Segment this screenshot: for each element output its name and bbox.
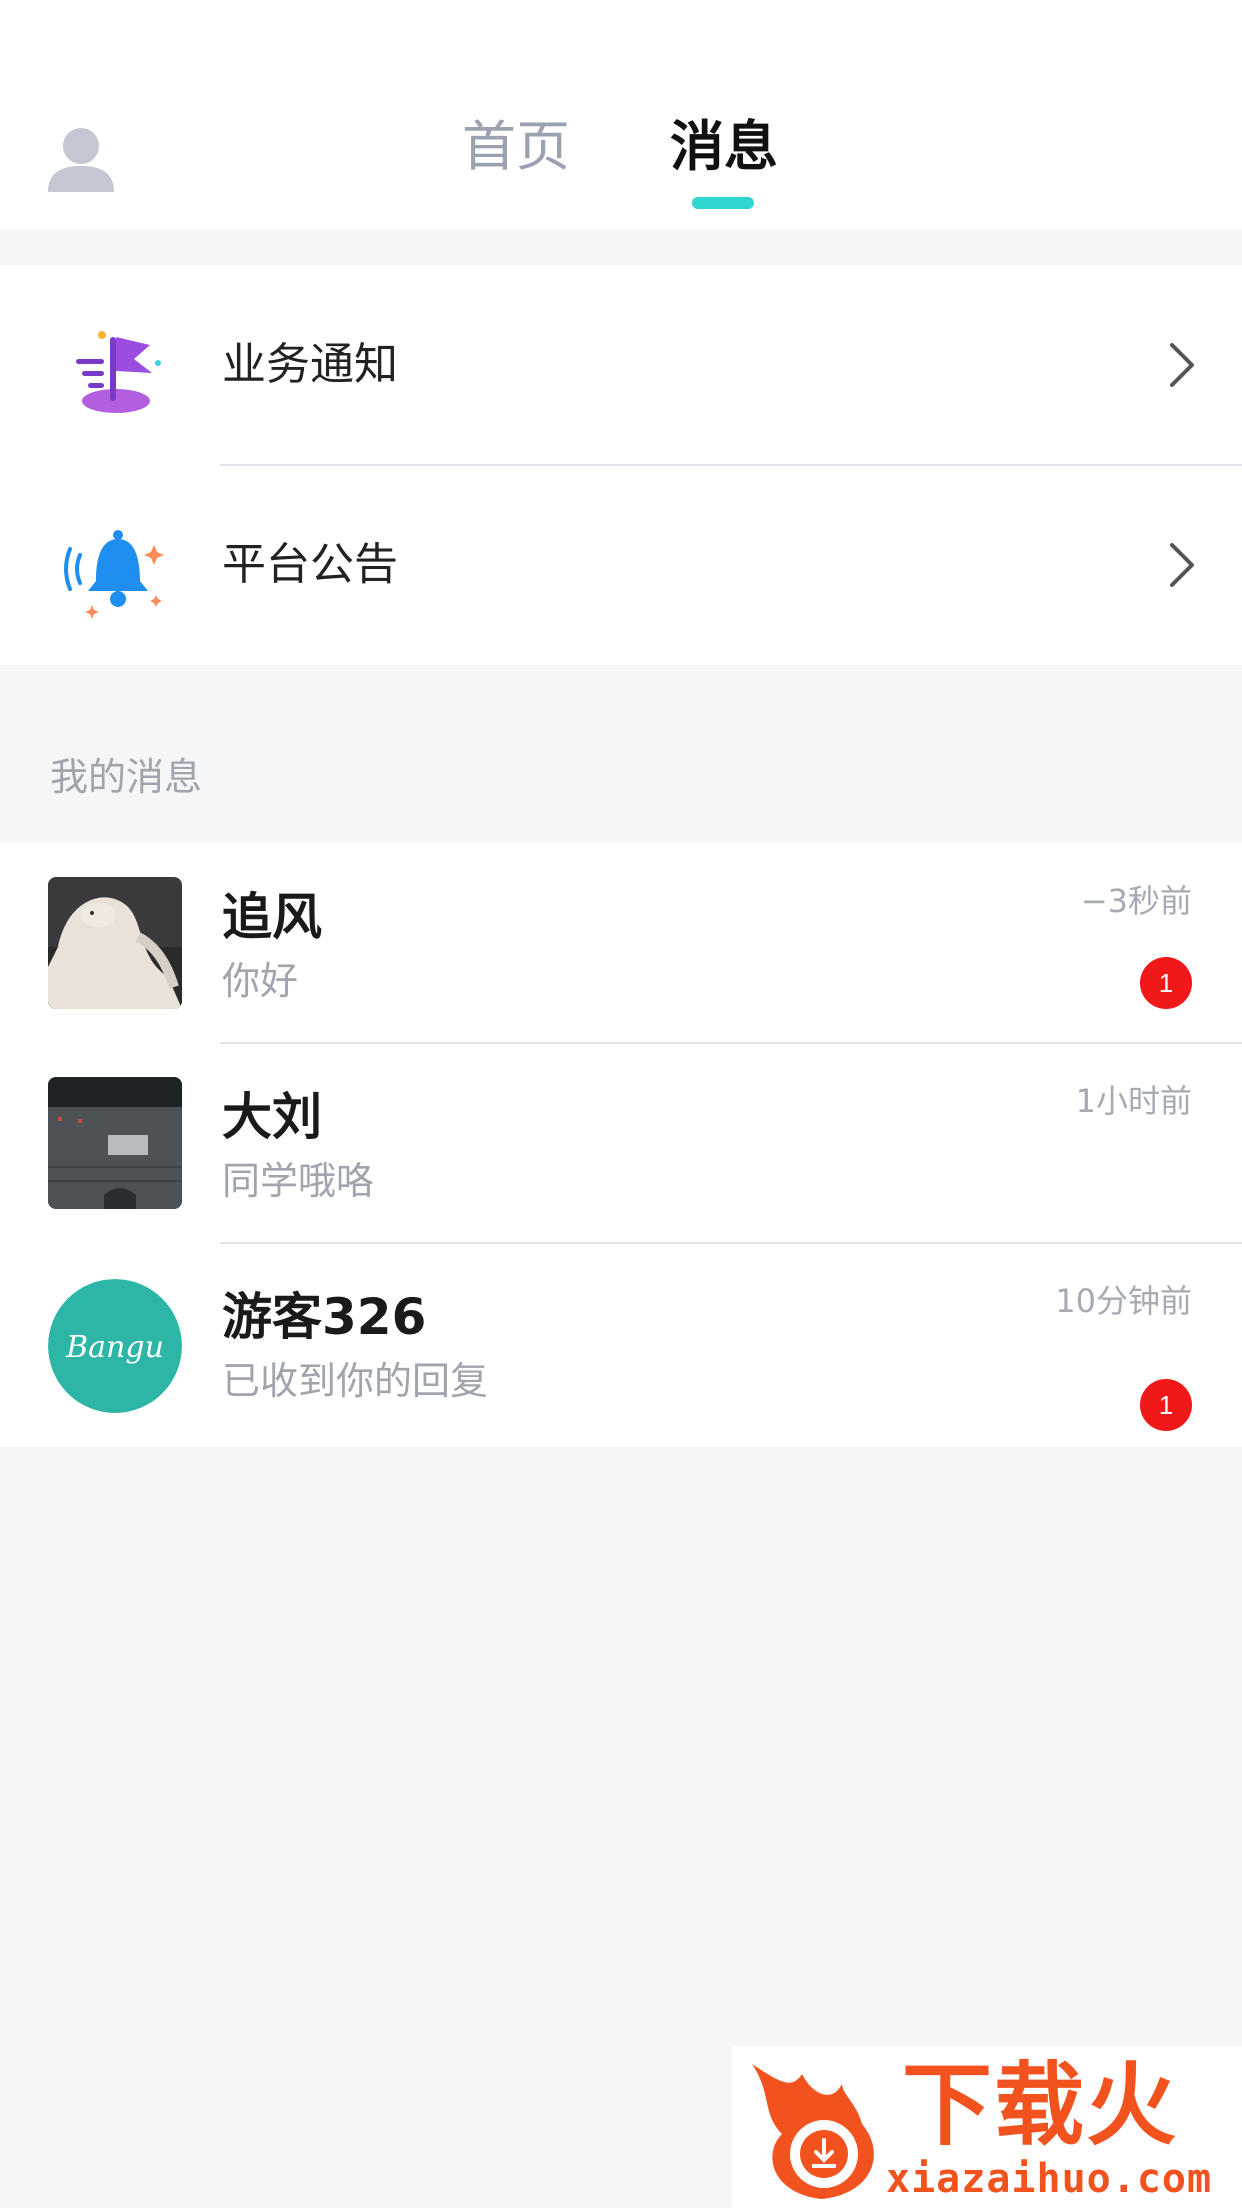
notice-label: 业务通知 bbox=[222, 339, 398, 390]
avatar bbox=[48, 1077, 182, 1209]
unread-badge: 1 bbox=[1140, 957, 1192, 1009]
avatar bbox=[48, 877, 182, 1009]
chevron-right-icon bbox=[1170, 343, 1194, 387]
contact-name: 追风 bbox=[222, 888, 322, 946]
tab-home[interactable]: 首页 bbox=[462, 112, 570, 182]
contact-name: 游客326 bbox=[222, 1288, 427, 1346]
message-preview: 已收到你的回复 bbox=[222, 1359, 489, 1403]
notice-section: 业务通知 平台公告 bbox=[0, 265, 1242, 665]
active-tab-indicator bbox=[692, 197, 754, 209]
user-profile-icon[interactable] bbox=[44, 122, 118, 196]
messages-page: 首页 消息 业务通知 平台公告 我的消息 追风 你好 −3秒前 1 大刘 同学哦… bbox=[0, 0, 1242, 2208]
message-time: 10分钟前 bbox=[1055, 1282, 1192, 1320]
tab-messages[interactable]: 消息 bbox=[670, 112, 778, 182]
bell-icon bbox=[64, 530, 164, 619]
notice-item-platform[interactable]: 平台公告 bbox=[0, 465, 1242, 665]
message-item[interactable]: 追风 你好 −3秒前 1 bbox=[0, 843, 1242, 1043]
message-time: −3秒前 bbox=[1080, 882, 1192, 920]
unread-badge: 1 bbox=[1140, 1379, 1192, 1431]
watermark-url: xiazaihuo.com bbox=[886, 2156, 1213, 2202]
flame-logo-icon bbox=[752, 2064, 874, 2199]
message-preview: 你好 bbox=[222, 959, 299, 1003]
avatar: Bangu bbox=[48, 1279, 182, 1413]
watermark: 下载火 xiazaihuo.com bbox=[732, 2046, 1242, 2208]
message-time: 1小时前 bbox=[1075, 1082, 1192, 1120]
avatar-logo-text: Bangu bbox=[65, 1330, 164, 1365]
message-item[interactable]: 大刘 同学哦咯 1小时前 bbox=[0, 1043, 1242, 1243]
message-list: 追风 你好 −3秒前 1 大刘 同学哦咯 1小时前 Bangu 游客326 已收… bbox=[0, 843, 1242, 1447]
message-preview: 同学哦咯 bbox=[222, 1159, 375, 1203]
section-title-my-messages: 我的消息 bbox=[50, 755, 203, 799]
watermark-title: 下载火 bbox=[902, 2053, 1178, 2158]
notice-label: 平台公告 bbox=[222, 539, 398, 590]
message-item[interactable]: Bangu 游客326 已收到你的回复 10分钟前 1 bbox=[0, 1243, 1242, 1443]
contact-name: 大刘 bbox=[222, 1088, 322, 1146]
chevron-right-icon bbox=[1170, 543, 1194, 587]
top-nav-bar: 首页 消息 bbox=[0, 0, 1242, 230]
flag-icon bbox=[76, 331, 161, 413]
notice-item-business[interactable]: 业务通知 bbox=[0, 265, 1242, 465]
